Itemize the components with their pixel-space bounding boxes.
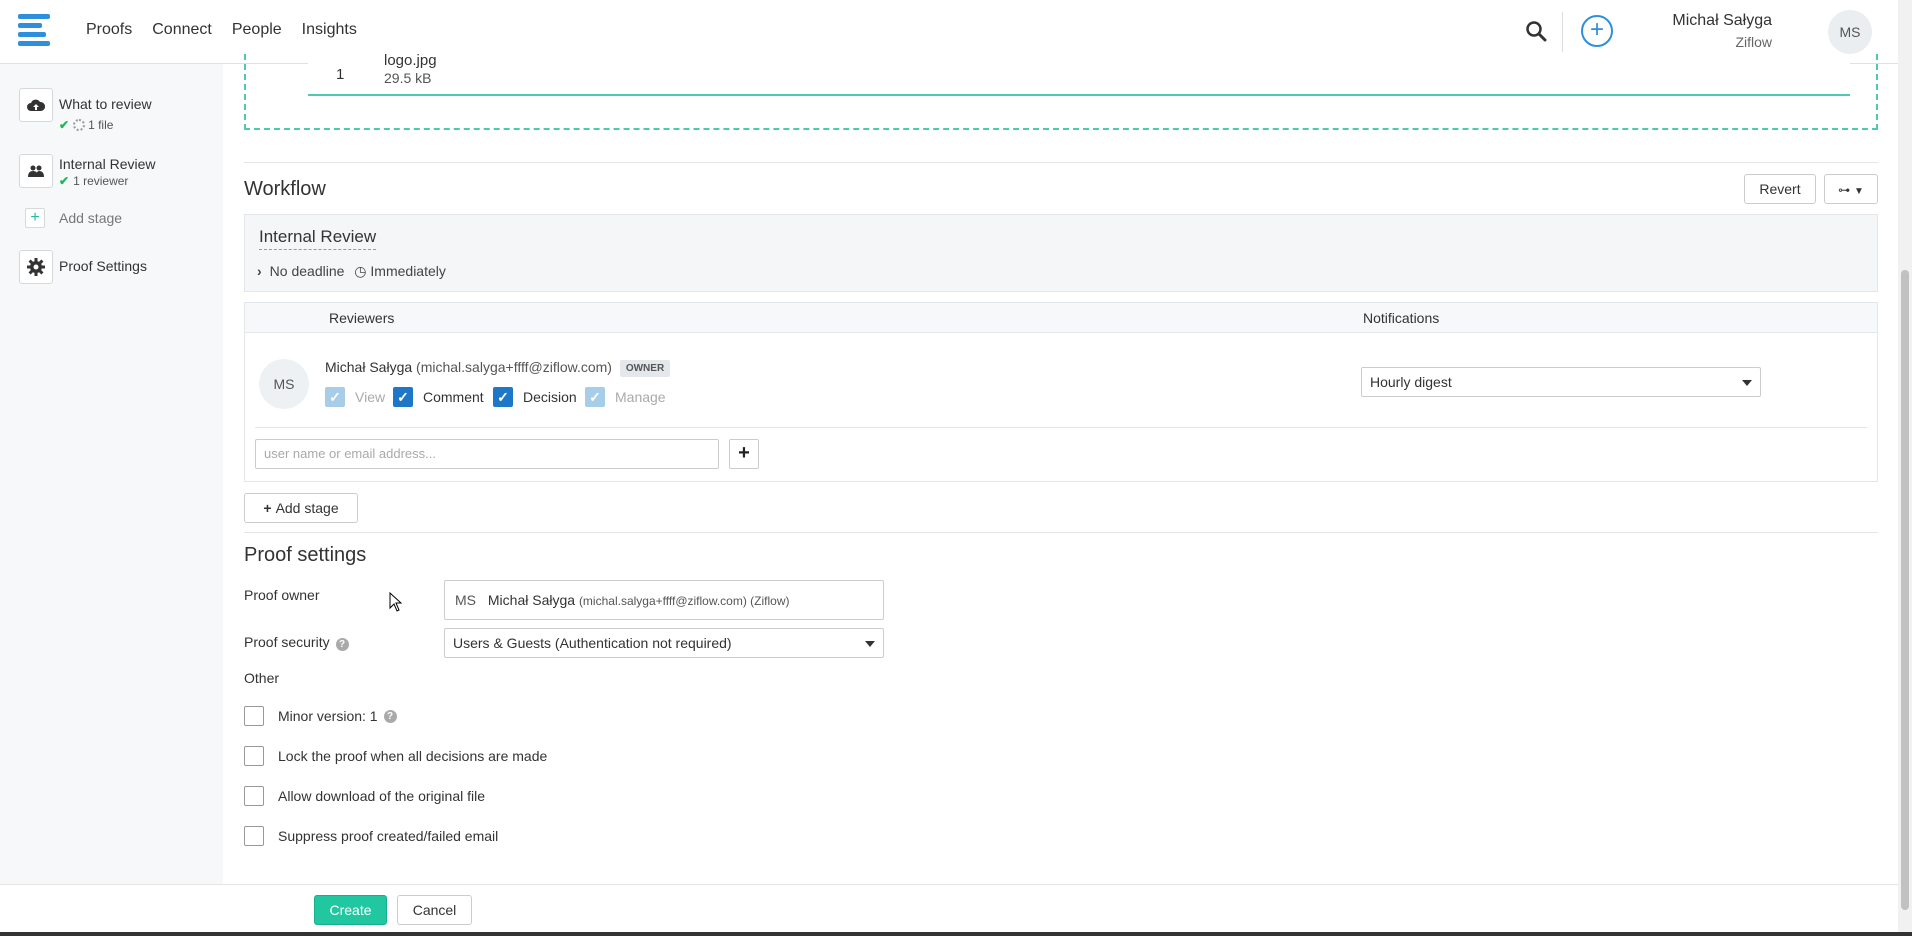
allow-download-option[interactable]: Allow download of the original file bbox=[244, 786, 485, 806]
check-icon: ✓ bbox=[585, 387, 605, 407]
add-stage-button[interactable]: + Add stage bbox=[244, 493, 358, 523]
scrollbar[interactable] bbox=[1898, 0, 1912, 932]
cloud-upload-icon bbox=[19, 88, 53, 122]
reviewer-avatar: MS bbox=[259, 359, 309, 409]
divider bbox=[244, 532, 1878, 533]
deadline: No deadline bbox=[269, 263, 345, 279]
proof-settings-title: Proof settings bbox=[244, 544, 367, 566]
reviewer-name-line: Michał Sałyga (michal.salyga+ffff@ziflow… bbox=[325, 359, 671, 377]
proof-security-value: Users & Guests (Authentication not requi… bbox=[453, 635, 732, 651]
header-divider bbox=[1562, 12, 1563, 52]
stage-header: Internal Review › No deadline ◷ Immediate… bbox=[244, 214, 1878, 292]
sidebar-item-label: Internal Review bbox=[59, 156, 156, 172]
chevron-down-icon bbox=[865, 641, 875, 647]
revert-button[interactable]: Revert bbox=[1744, 174, 1816, 204]
col-reviewers: Reviewers bbox=[329, 310, 395, 326]
create-button[interactable]: Create bbox=[314, 895, 387, 925]
owner-detail: (michal.salyga+ffff@ziflow.com) (Ziflow) bbox=[578, 594, 790, 608]
nav-people[interactable]: People bbox=[232, 21, 282, 39]
owner-badge: OWNER bbox=[619, 360, 671, 377]
file-drop-zone[interactable]: 1 logo.jpg 29.5 kB bbox=[244, 52, 1878, 130]
perm-manage-checkbox: ✓ Manage bbox=[585, 387, 666, 407]
check-icon: ✔ bbox=[59, 174, 70, 188]
chevron-down-icon bbox=[1742, 380, 1752, 386]
proof-security-select[interactable]: Users & Guests (Authentication not requi… bbox=[444, 628, 884, 658]
sidebar-item-label: What to review bbox=[59, 96, 152, 112]
perm-comment-checkbox[interactable]: ✓ Comment bbox=[393, 387, 484, 407]
main-nav: Proofs Connect People Insights bbox=[86, 21, 377, 39]
people-icon bbox=[19, 154, 53, 188]
reviewers-table-header: Reviewers Notifications bbox=[245, 303, 1877, 333]
workflow-template-dropdown[interactable]: ⊶ ▼ bbox=[1824, 174, 1878, 204]
gear-icon bbox=[19, 250, 53, 284]
sidebar-item-status: ✔ 1 file bbox=[59, 118, 114, 132]
add-reviewer-button[interactable]: + bbox=[729, 439, 759, 469]
file-size: 29.5 kB bbox=[384, 70, 432, 86]
owner-name: Michał Sałyga bbox=[487, 592, 576, 608]
lock-proof-option[interactable]: Lock the proof when all decisions are ma… bbox=[244, 746, 547, 766]
proof-owner-label: Proof owner bbox=[244, 587, 320, 603]
stage-meta[interactable]: › No deadline ◷ Immediately bbox=[257, 263, 446, 280]
suppress-email-option[interactable]: Suppress proof created/failed email bbox=[244, 826, 498, 846]
check-icon: ✓ bbox=[493, 387, 513, 407]
notification-value: Hourly digest bbox=[1370, 374, 1452, 390]
chevron-down-icon: ▼ bbox=[1853, 186, 1864, 197]
check-icon: ✓ bbox=[393, 387, 413, 407]
user-name[interactable]: Michał Sałyga bbox=[1672, 12, 1772, 30]
check-icon: ✓ bbox=[325, 387, 345, 407]
mouse-cursor-icon bbox=[389, 592, 403, 612]
footer-bar: Create Cancel bbox=[0, 884, 1898, 936]
plus-icon: + bbox=[25, 208, 45, 228]
file-name: logo.jpg bbox=[384, 52, 437, 69]
other-label: Other bbox=[244, 670, 280, 686]
workflow-title: Workflow bbox=[244, 178, 326, 200]
plus-icon: + bbox=[263, 500, 272, 516]
nav-insights[interactable]: Insights bbox=[302, 21, 357, 39]
scrollbar-thumb[interactable] bbox=[1901, 270, 1909, 910]
sidebar: What to review ✔ 1 file Internal Review ✔… bbox=[0, 64, 223, 884]
reviewer-name: Michał Sałyga bbox=[325, 359, 413, 375]
col-notifications: Notifications bbox=[1363, 310, 1440, 326]
nav-connect[interactable]: Connect bbox=[152, 21, 212, 39]
menu-icon[interactable] bbox=[18, 14, 50, 46]
window-bottom-edge bbox=[0, 932, 1912, 936]
reviewer-search-input[interactable]: user name or email address... bbox=[255, 439, 719, 469]
sidebar-add-stage-label: Add stage bbox=[59, 210, 123, 226]
proof-owner-field[interactable]: MS Michał Sałyga (michal.salyga+ffff@zif… bbox=[444, 580, 884, 620]
sidebar-item-label: Proof Settings bbox=[59, 258, 147, 274]
reviewers-table: Reviewers Notifications MS Michał Sałyga… bbox=[244, 302, 1878, 482]
perm-view-checkbox: ✓ View bbox=[325, 387, 385, 407]
chevron-right-icon: › bbox=[257, 263, 262, 279]
perm-decision-checkbox[interactable]: ✓ Decision bbox=[493, 387, 577, 407]
stage-name[interactable]: Internal Review bbox=[259, 227, 377, 250]
suppress-email-checkbox[interactable] bbox=[244, 826, 264, 846]
file-row[interactable]: 1 logo.jpg 29.5 kB bbox=[308, 52, 1850, 96]
user-org: Ziflow bbox=[1735, 34, 1772, 50]
notification-select[interactable]: Hourly digest bbox=[1361, 367, 1761, 397]
minor-version-checkbox[interactable] bbox=[244, 706, 264, 726]
create-new-icon[interactable]: + bbox=[1581, 15, 1613, 47]
start-time: Immediately bbox=[370, 263, 446, 279]
owner-avatar: MS bbox=[455, 592, 476, 608]
divider bbox=[244, 162, 1878, 163]
divider bbox=[255, 427, 1867, 428]
lock-proof-checkbox[interactable] bbox=[244, 746, 264, 766]
proof-security-label: Proof security? bbox=[244, 634, 349, 651]
nav-proofs[interactable]: Proofs bbox=[86, 21, 132, 39]
avatar[interactable]: MS bbox=[1828, 10, 1872, 54]
reviewer-email: (michal.salyga+ffff@ziflow.com) bbox=[416, 359, 612, 375]
cancel-button[interactable]: Cancel bbox=[397, 895, 472, 925]
minor-version-option[interactable]: Minor version: 1? bbox=[244, 706, 397, 726]
workflow-template-icon: ⊶ bbox=[1838, 183, 1851, 197]
clock-icon: ◷ bbox=[354, 263, 367, 279]
help-icon[interactable]: ? bbox=[383, 709, 397, 723]
allow-download-checkbox[interactable] bbox=[244, 786, 264, 806]
sidebar-item-status: ✔ 1 reviewer bbox=[59, 174, 129, 188]
search-icon[interactable] bbox=[1525, 20, 1547, 42]
check-icon: ✔ bbox=[59, 118, 70, 132]
file-index: 1 bbox=[336, 66, 345, 83]
help-icon[interactable]: ? bbox=[335, 638, 349, 651]
loading-spinner-icon bbox=[73, 119, 86, 131]
